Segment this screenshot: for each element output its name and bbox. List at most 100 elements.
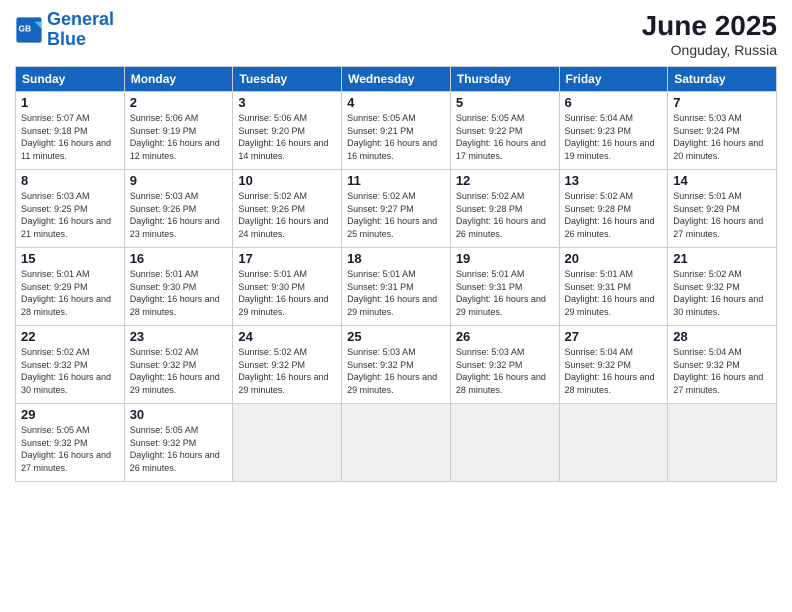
day-info: Sunrise: 5:01 AMSunset: 9:30 PMDaylight:… <box>238 269 328 317</box>
calendar-cell: 2 Sunrise: 5:06 AMSunset: 9:19 PMDayligh… <box>124 92 233 170</box>
location: Onguday, Russia <box>642 42 777 58</box>
title-block: June 2025 Onguday, Russia <box>642 10 777 58</box>
calendar-cell: 26 Sunrise: 5:03 AMSunset: 9:32 PMDaylig… <box>450 326 559 404</box>
calendar-cell: 18 Sunrise: 5:01 AMSunset: 9:31 PMDaylig… <box>342 248 451 326</box>
calendar-cell <box>668 404 777 482</box>
weekday-monday: Monday <box>124 67 233 92</box>
day-info: Sunrise: 5:02 AMSunset: 9:28 PMDaylight:… <box>456 191 546 239</box>
calendar-cell: 11 Sunrise: 5:02 AMSunset: 9:27 PMDaylig… <box>342 170 451 248</box>
calendar-cell: 16 Sunrise: 5:01 AMSunset: 9:30 PMDaylig… <box>124 248 233 326</box>
day-number: 13 <box>565 173 663 188</box>
logo-icon: GB <box>15 16 43 44</box>
calendar-cell <box>450 404 559 482</box>
logo-text-line1: General <box>47 10 114 30</box>
calendar-cell: 6 Sunrise: 5:04 AMSunset: 9:23 PMDayligh… <box>559 92 668 170</box>
day-info: Sunrise: 5:01 AMSunset: 9:31 PMDaylight:… <box>347 269 437 317</box>
day-number: 19 <box>456 251 554 266</box>
calendar-cell: 13 Sunrise: 5:02 AMSunset: 9:28 PMDaylig… <box>559 170 668 248</box>
day-number: 7 <box>673 95 771 110</box>
day-number: 23 <box>130 329 228 344</box>
calendar-week-1: 1 Sunrise: 5:07 AMSunset: 9:18 PMDayligh… <box>16 92 777 170</box>
calendar-cell: 1 Sunrise: 5:07 AMSunset: 9:18 PMDayligh… <box>16 92 125 170</box>
day-info: Sunrise: 5:01 AMSunset: 9:29 PMDaylight:… <box>21 269 111 317</box>
day-info: Sunrise: 5:07 AMSunset: 9:18 PMDaylight:… <box>21 113 111 161</box>
calendar-cell <box>342 404 451 482</box>
calendar-cell: 27 Sunrise: 5:04 AMSunset: 9:32 PMDaylig… <box>559 326 668 404</box>
day-info: Sunrise: 5:05 AMSunset: 9:21 PMDaylight:… <box>347 113 437 161</box>
day-number: 17 <box>238 251 336 266</box>
day-number: 16 <box>130 251 228 266</box>
calendar-cell: 30 Sunrise: 5:05 AMSunset: 9:32 PMDaylig… <box>124 404 233 482</box>
calendar-cell: 23 Sunrise: 5:02 AMSunset: 9:32 PMDaylig… <box>124 326 233 404</box>
calendar-cell: 17 Sunrise: 5:01 AMSunset: 9:30 PMDaylig… <box>233 248 342 326</box>
calendar-cell: 29 Sunrise: 5:05 AMSunset: 9:32 PMDaylig… <box>16 404 125 482</box>
day-info: Sunrise: 5:04 AMSunset: 9:32 PMDaylight:… <box>673 347 763 395</box>
calendar-cell: 4 Sunrise: 5:05 AMSunset: 9:21 PMDayligh… <box>342 92 451 170</box>
day-number: 4 <box>347 95 445 110</box>
weekday-friday: Friday <box>559 67 668 92</box>
calendar-cell <box>559 404 668 482</box>
day-info: Sunrise: 5:04 AMSunset: 9:23 PMDaylight:… <box>565 113 655 161</box>
calendar-week-3: 15 Sunrise: 5:01 AMSunset: 9:29 PMDaylig… <box>16 248 777 326</box>
calendar-week-2: 8 Sunrise: 5:03 AMSunset: 9:25 PMDayligh… <box>16 170 777 248</box>
day-info: Sunrise: 5:03 AMSunset: 9:26 PMDaylight:… <box>130 191 220 239</box>
day-number: 29 <box>21 407 119 422</box>
day-info: Sunrise: 5:03 AMSunset: 9:25 PMDaylight:… <box>21 191 111 239</box>
day-info: Sunrise: 5:02 AMSunset: 9:28 PMDaylight:… <box>565 191 655 239</box>
calendar-cell: 19 Sunrise: 5:01 AMSunset: 9:31 PMDaylig… <box>450 248 559 326</box>
day-number: 11 <box>347 173 445 188</box>
day-number: 9 <box>130 173 228 188</box>
calendar-cell: 21 Sunrise: 5:02 AMSunset: 9:32 PMDaylig… <box>668 248 777 326</box>
day-info: Sunrise: 5:03 AMSunset: 9:24 PMDaylight:… <box>673 113 763 161</box>
weekday-tuesday: Tuesday <box>233 67 342 92</box>
calendar-cell: 7 Sunrise: 5:03 AMSunset: 9:24 PMDayligh… <box>668 92 777 170</box>
day-info: Sunrise: 5:02 AMSunset: 9:32 PMDaylight:… <box>130 347 220 395</box>
day-number: 8 <box>21 173 119 188</box>
day-number: 12 <box>456 173 554 188</box>
day-number: 2 <box>130 95 228 110</box>
day-info: Sunrise: 5:06 AMSunset: 9:20 PMDaylight:… <box>238 113 328 161</box>
day-info: Sunrise: 5:01 AMSunset: 9:31 PMDaylight:… <box>565 269 655 317</box>
day-info: Sunrise: 5:03 AMSunset: 9:32 PMDaylight:… <box>347 347 437 395</box>
day-number: 24 <box>238 329 336 344</box>
calendar-cell: 14 Sunrise: 5:01 AMSunset: 9:29 PMDaylig… <box>668 170 777 248</box>
day-info: Sunrise: 5:05 AMSunset: 9:32 PMDaylight:… <box>21 425 111 473</box>
calendar-cell: 25 Sunrise: 5:03 AMSunset: 9:32 PMDaylig… <box>342 326 451 404</box>
calendar-cell: 28 Sunrise: 5:04 AMSunset: 9:32 PMDaylig… <box>668 326 777 404</box>
calendar-cell: 9 Sunrise: 5:03 AMSunset: 9:26 PMDayligh… <box>124 170 233 248</box>
day-number: 5 <box>456 95 554 110</box>
calendar-cell: 3 Sunrise: 5:06 AMSunset: 9:20 PMDayligh… <box>233 92 342 170</box>
day-info: Sunrise: 5:01 AMSunset: 9:29 PMDaylight:… <box>673 191 763 239</box>
day-number: 25 <box>347 329 445 344</box>
day-number: 27 <box>565 329 663 344</box>
day-info: Sunrise: 5:02 AMSunset: 9:32 PMDaylight:… <box>21 347 111 395</box>
day-number: 1 <box>21 95 119 110</box>
weekday-thursday: Thursday <box>450 67 559 92</box>
day-info: Sunrise: 5:05 AMSunset: 9:32 PMDaylight:… <box>130 425 220 473</box>
day-number: 28 <box>673 329 771 344</box>
day-number: 15 <box>21 251 119 266</box>
calendar-cell: 8 Sunrise: 5:03 AMSunset: 9:25 PMDayligh… <box>16 170 125 248</box>
day-info: Sunrise: 5:04 AMSunset: 9:32 PMDaylight:… <box>565 347 655 395</box>
day-number: 22 <box>21 329 119 344</box>
day-info: Sunrise: 5:02 AMSunset: 9:32 PMDaylight:… <box>673 269 763 317</box>
calendar-cell: 12 Sunrise: 5:02 AMSunset: 9:28 PMDaylig… <box>450 170 559 248</box>
weekday-header-row: SundayMondayTuesdayWednesdayThursdayFrid… <box>16 67 777 92</box>
day-number: 18 <box>347 251 445 266</box>
calendar-cell: 10 Sunrise: 5:02 AMSunset: 9:26 PMDaylig… <box>233 170 342 248</box>
day-info: Sunrise: 5:02 AMSunset: 9:26 PMDaylight:… <box>238 191 328 239</box>
day-number: 14 <box>673 173 771 188</box>
day-number: 10 <box>238 173 336 188</box>
svg-text:GB: GB <box>19 23 32 33</box>
weekday-sunday: Sunday <box>16 67 125 92</box>
day-info: Sunrise: 5:05 AMSunset: 9:22 PMDaylight:… <box>456 113 546 161</box>
day-number: 26 <box>456 329 554 344</box>
month-title: June 2025 <box>642 10 777 42</box>
calendar-week-4: 22 Sunrise: 5:02 AMSunset: 9:32 PMDaylig… <box>16 326 777 404</box>
calendar-cell: 5 Sunrise: 5:05 AMSunset: 9:22 PMDayligh… <box>450 92 559 170</box>
day-info: Sunrise: 5:02 AMSunset: 9:27 PMDaylight:… <box>347 191 437 239</box>
day-info: Sunrise: 5:02 AMSunset: 9:32 PMDaylight:… <box>238 347 328 395</box>
calendar-cell: 20 Sunrise: 5:01 AMSunset: 9:31 PMDaylig… <box>559 248 668 326</box>
day-info: Sunrise: 5:06 AMSunset: 9:19 PMDaylight:… <box>130 113 220 161</box>
logo-text-line2: Blue <box>47 30 114 50</box>
